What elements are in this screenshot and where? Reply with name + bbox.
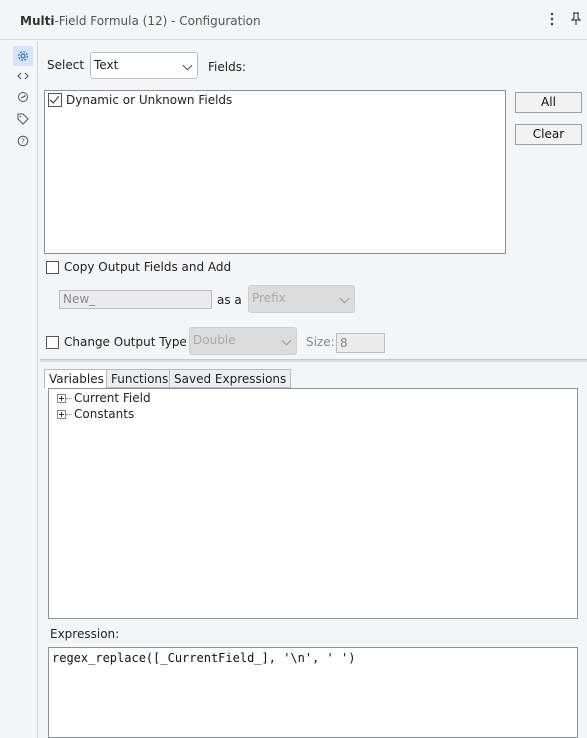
code-icon[interactable] bbox=[15, 68, 31, 84]
field-type-select[interactable]: Text bbox=[90, 52, 198, 79]
field-item-label: Dynamic or Unknown Fields bbox=[66, 93, 233, 107]
change-output-type-label: Change Output Type to bbox=[64, 335, 203, 349]
connection-icon[interactable] bbox=[15, 89, 31, 105]
prefix-suffix-select[interactable]: Prefix bbox=[248, 285, 355, 313]
fields-label: Fields: bbox=[208, 60, 246, 74]
copy-output-label: Copy Output Fields and Add bbox=[64, 260, 232, 274]
change-output-type-checkbox[interactable] bbox=[46, 336, 59, 349]
expression-editor[interactable]: regex_replace([_CurrentField_], '\n', ' … bbox=[48, 647, 578, 738]
tree-item-label: Current Field bbox=[74, 391, 151, 405]
fields-list[interactable]: Dynamic or Unknown Fields bbox=[44, 90, 506, 254]
size-label: Size: bbox=[306, 335, 335, 349]
variables-tree[interactable]: Current Field Constants bbox=[48, 388, 578, 619]
svg-text:?: ? bbox=[21, 138, 25, 146]
tab-variables[interactable]: Variables bbox=[44, 369, 109, 389]
chevron-down-icon bbox=[281, 335, 292, 346]
window-title: Multi-Field Formula (12) - Configuration bbox=[20, 14, 261, 28]
chevron-down-icon bbox=[339, 293, 350, 304]
tab-saved-expressions[interactable]: Saved Expressions bbox=[169, 369, 292, 388]
tree-item-label: Constants bbox=[74, 407, 135, 421]
tree-item-constants[interactable]: Constants bbox=[57, 407, 134, 421]
clear-button[interactable]: Clear bbox=[515, 124, 582, 145]
help-icon[interactable]: ? bbox=[15, 133, 31, 149]
tab-functions[interactable]: Functions bbox=[106, 369, 174, 388]
tag-icon[interactable] bbox=[15, 111, 31, 127]
copy-output-checkbox[interactable] bbox=[46, 261, 59, 274]
dynamic-fields-checkbox[interactable] bbox=[48, 93, 62, 107]
as-a-label: as a bbox=[217, 293, 242, 307]
expand-icon[interactable] bbox=[57, 393, 66, 403]
expand-icon[interactable] bbox=[57, 409, 66, 419]
field-type-select-value: Text bbox=[94, 58, 119, 72]
configuration-panel: Select Text Fields: Dynamic or Unknown F… bbox=[40, 41, 587, 738]
pin-icon[interactable] bbox=[569, 12, 583, 28]
section-divider bbox=[40, 359, 587, 362]
size-input[interactable]: 8 bbox=[336, 333, 385, 353]
chevron-down-icon bbox=[182, 60, 193, 71]
side-toolbar: ? bbox=[0, 41, 38, 738]
output-type-select[interactable]: Double bbox=[189, 327, 297, 355]
configuration-window: Multi-Field Formula (12) - Configuration… bbox=[0, 0, 587, 738]
output-type-select-value: Double bbox=[193, 333, 236, 347]
select-label: Select bbox=[47, 58, 85, 72]
tree-item-current-field[interactable]: Current Field bbox=[57, 391, 151, 405]
gear-icon[interactable] bbox=[13, 46, 33, 66]
title-bar: Multi-Field Formula (12) - Configuration bbox=[0, 0, 587, 40]
all-button[interactable]: All bbox=[515, 92, 582, 113]
prefix-text-input[interactable]: New_ bbox=[59, 290, 212, 309]
prefix-select-value: Prefix bbox=[252, 291, 286, 305]
expression-label: Expression: bbox=[50, 627, 120, 641]
more-vertical-icon[interactable] bbox=[545, 12, 559, 28]
